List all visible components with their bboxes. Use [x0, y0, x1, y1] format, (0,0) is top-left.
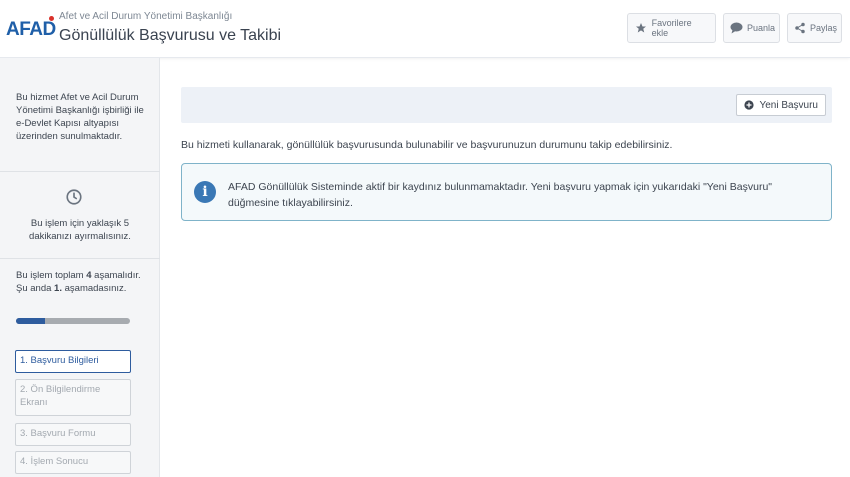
- step-2-on-bilgilendirme[interactable]: 2. Ön Bilgilendirme Ekranı: [15, 379, 131, 416]
- organization-name: Afet ve Acil Durum Yönetimi Başkanlığı: [59, 11, 233, 22]
- step-4-islem-sonucu[interactable]: 4. İşlem Sonucu: [15, 451, 131, 474]
- new-application-label: Yeni Başvuru: [759, 99, 818, 111]
- sidebar-divider: [0, 258, 160, 259]
- step-1-basvuru-bilgileri[interactable]: 1. Başvuru Bilgileri: [15, 350, 131, 373]
- info-alert: i AFAD Gönüllülük Sisteminde aktif bir k…: [181, 163, 832, 221]
- step-status-text: Bu işlem toplam 4 aşamalıdır. Şu anda 1.…: [16, 270, 141, 294]
- action-toolbar: Yeni Başvuru: [181, 87, 832, 123]
- share-label: Paylaş: [810, 23, 838, 33]
- star-icon: [634, 21, 648, 35]
- alert-message: AFAD Gönüllülük Sisteminde aktif bir kay…: [228, 181, 773, 209]
- favorites-label: Favorilere ekle: [651, 18, 692, 38]
- afad-logo[interactable]: AFAD: [6, 19, 56, 41]
- step-progress-bar: [16, 318, 130, 324]
- share-icon: [794, 21, 806, 35]
- favorites-button[interactable]: Favorilere ekle: [627, 13, 716, 43]
- rate-button[interactable]: Puanla: [723, 13, 780, 43]
- plus-circle-icon: [744, 100, 755, 110]
- rate-label: Puanla: [747, 23, 776, 33]
- page-header: AFAD Afet ve Acil Durum Yönetimi Başkanl…: [0, 0, 850, 58]
- service-title: Gönüllülük Başvurusu ve Takibi: [59, 27, 282, 44]
- clock-icon: [65, 188, 83, 206]
- step-progress-fill: [16, 318, 45, 324]
- speech-bubble-icon: [730, 21, 743, 35]
- service-description: Bu hizmeti kullanarak, gönüllülük başvur…: [181, 139, 673, 151]
- new-application-button[interactable]: Yeni Başvuru: [736, 94, 826, 116]
- logo-dot: [49, 16, 54, 21]
- sidebar: Bu hizmet Afet ve Acil Durum Yönetimi Ba…: [0, 58, 160, 477]
- estimated-time-note: Bu işlem için yaklaşık 5 dakikanızı ayır…: [29, 218, 131, 242]
- sidebar-divider: [0, 171, 160, 172]
- share-button[interactable]: Paylaş: [787, 13, 842, 43]
- info-icon: i: [194, 181, 216, 203]
- step-3-basvuru-formu[interactable]: 3. Başvuru Formu: [15, 423, 131, 446]
- service-provider-note: Bu hizmet Afet ve Acil Durum Yönetimi Ba…: [16, 92, 144, 142]
